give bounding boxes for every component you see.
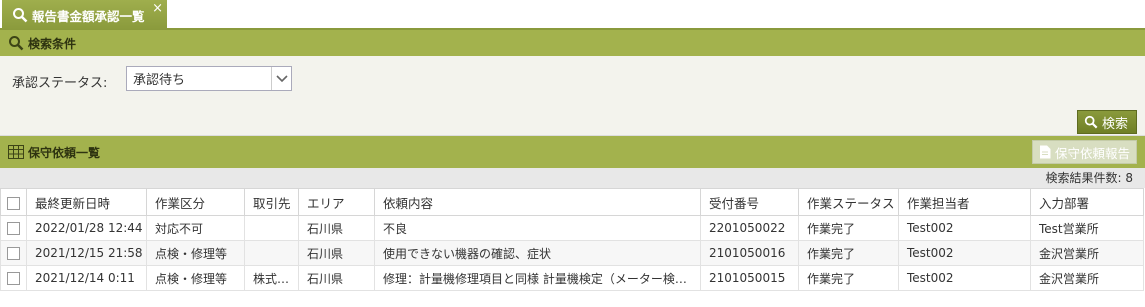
- cell-request: 使用できない機器の確認、症状: [374, 240, 701, 266]
- cell-work-status: 作業完了: [798, 265, 899, 291]
- cell-area: 石川県: [298, 215, 375, 241]
- cell-assignee: Test002: [898, 215, 1031, 241]
- cell-client: [244, 215, 299, 241]
- cell-request: 不良: [374, 215, 701, 241]
- column-header[interactable]: 取引先: [244, 188, 299, 216]
- cell-area: 石川県: [298, 240, 375, 266]
- cell-receipt-no: 2101050015: [700, 265, 799, 291]
- cell-assignee: Test002: [898, 240, 1031, 266]
- close-icon[interactable]: ×: [152, 2, 163, 15]
- document-icon: [1039, 145, 1051, 159]
- cell-work-type: 点検・修理等: [146, 265, 245, 291]
- search-button-label: 検索: [1101, 116, 1128, 132]
- cell-work-type: 対応不可: [146, 215, 245, 241]
- search-button[interactable]: 検索: [1076, 110, 1137, 134]
- cell-assignee: Test002: [898, 265, 1031, 291]
- maintenance-report-button[interactable]: 保守依頼報告: [1031, 140, 1137, 164]
- cell-area: 石川県: [298, 265, 375, 291]
- cell-client: 株式…: [244, 265, 299, 291]
- table-row[interactable]: 2021/12/14 0:11 点検・修理等 株式… 石川県 修理：計量機修理項…: [0, 265, 1144, 291]
- section-title: 検索条件: [28, 36, 77, 51]
- column-header[interactable]: 最終更新日時: [26, 188, 147, 216]
- search-icon: [13, 8, 28, 23]
- cell-request: 修理：計量機修理項目と同様 計量機検定（メーター検…: [374, 265, 701, 291]
- grid-icon: [8, 145, 24, 159]
- row-checkbox-cell[interactable]: [0, 240, 27, 266]
- approval-status-label: 承認ステータス:: [12, 76, 108, 91]
- cell-department: 金沢営業所: [1030, 240, 1144, 266]
- select-all-checkbox[interactable]: [7, 196, 20, 210]
- table-header-row: 最終更新日時 作業区分 取引先 エリア 依頼内容 受付番号 作業ステータス 作業…: [0, 188, 1144, 216]
- column-header[interactable]: エリア: [298, 188, 375, 216]
- column-header[interactable]: 作業ステータス: [798, 188, 899, 216]
- cell-receipt-no: 2101050016: [700, 240, 799, 266]
- column-header[interactable]: 作業区分: [146, 188, 245, 216]
- search-panel: 承認ステータス: 承認待ち 検索: [0, 56, 1145, 136]
- row-checkbox[interactable]: [7, 222, 20, 235]
- row-checkbox[interactable]: [7, 247, 20, 260]
- chevron-down-icon[interactable]: [271, 67, 291, 90]
- table-row[interactable]: 2021/12/15 21:58 点検・修理等 石川県 使用できない機器の確認、…: [0, 240, 1144, 266]
- column-header[interactable]: 依頼内容: [374, 188, 701, 216]
- column-header[interactable]: 入力部署: [1030, 188, 1144, 216]
- cell-work-status: 作業完了: [798, 215, 899, 241]
- tab-label: 報告書金額承認一覧: [32, 8, 145, 24]
- cell-work-status: 作業完了: [798, 240, 899, 266]
- search-icon: [9, 36, 24, 51]
- maintenance-list-header: 保守依頼一覧 保守依頼報告: [0, 136, 1145, 168]
- section-title: 保守依頼一覧: [28, 145, 101, 160]
- select-all-checkbox-cell[interactable]: [0, 188, 27, 216]
- maintenance-table: 最終更新日時 作業区分 取引先 エリア 依頼内容 受付番号 作業ステータス 作業…: [0, 188, 1144, 291]
- row-checkbox-cell[interactable]: [0, 265, 27, 291]
- cell-department: 金沢営業所: [1030, 265, 1144, 291]
- tab-bar: 報告書金額承認一覧 ×: [0, 0, 1145, 30]
- tab-report-approval-list[interactable]: 報告書金額承認一覧 ×: [2, 0, 167, 30]
- cell-updated-at: 2022/01/28 12:44: [26, 215, 147, 241]
- column-header[interactable]: 受付番号: [700, 188, 799, 216]
- row-checkbox-cell[interactable]: [0, 215, 27, 241]
- cell-client: [244, 240, 299, 266]
- table-row[interactable]: 2022/01/28 12:44 対応不可 石川県 不良 2201050022 …: [0, 215, 1144, 241]
- cell-updated-at: 2021/12/14 0:11: [26, 265, 147, 291]
- cell-updated-at: 2021/12/15 21:58: [26, 240, 147, 266]
- row-checkbox[interactable]: [7, 272, 20, 285]
- select-value: 承認待ち: [133, 73, 186, 88]
- report-button-label: 保守依頼報告: [1054, 145, 1130, 161]
- cell-receipt-no: 2201050022: [700, 215, 799, 241]
- result-count: 検索結果件数: 8: [0, 168, 1145, 188]
- cell-work-type: 点検・修理等: [146, 240, 245, 266]
- search-conditions-header: 検索条件: [0, 30, 1145, 56]
- cell-department: Test営業所: [1030, 215, 1144, 241]
- approval-status-select[interactable]: 承認待ち: [126, 66, 292, 91]
- column-header[interactable]: 作業担当者: [898, 188, 1031, 216]
- search-icon: [1084, 115, 1098, 129]
